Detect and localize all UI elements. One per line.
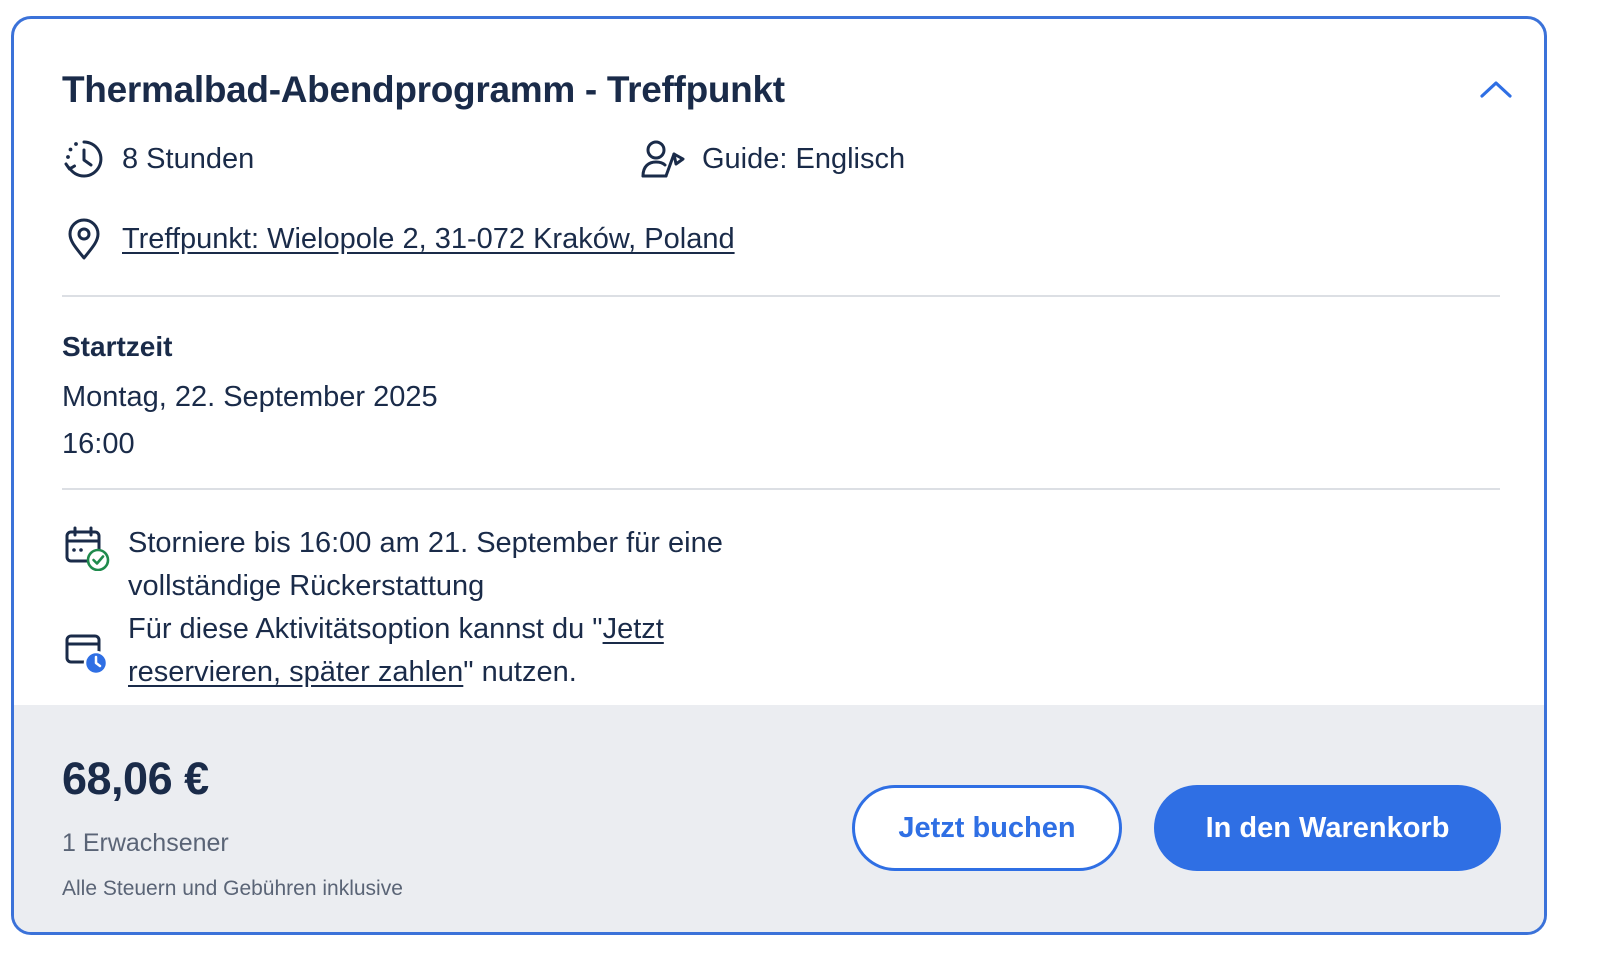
meeting-point-info: Treffpunkt: Wielopole 2, 31-072 Kraków, … xyxy=(62,217,735,261)
start-time-label: Startzeit xyxy=(62,331,173,362)
activity-option-card: Thermalbad-Abendprogramm - Treffpunkt 8 … xyxy=(11,16,1547,935)
start-date: Montag, 22. September 2025 xyxy=(62,381,438,413)
guide-info: Guide: Englisch xyxy=(640,137,905,181)
duration-info: 8 Stunden xyxy=(62,137,254,181)
meeting-point-link[interactable]: Treffpunkt: Wielopole 2, 31-072 Kraków, … xyxy=(122,223,735,256)
divider xyxy=(62,295,1500,297)
booking-footer: 68,06 € 1 Erwachsener Alle Steuern und G… xyxy=(14,705,1544,932)
duration-text: 8 Stunden xyxy=(122,142,255,175)
cancellation-policy: Storniere bis 16:00 am 21. September für… xyxy=(128,527,723,602)
reserve-suffix-text: " nutzen. xyxy=(463,656,577,688)
reserve-now-pay-later-info: Für diese Aktivitätsoption kannst du "Je… xyxy=(128,608,748,694)
participants-summary: 1 Erwachsener xyxy=(62,829,229,857)
add-to-cart-button[interactable]: In den Warenkorb xyxy=(1154,785,1501,871)
start-time-value: 16:00 xyxy=(62,428,135,460)
divider xyxy=(62,488,1500,490)
guide-person-flag-icon xyxy=(641,140,685,178)
reserve-prefix-text: Für diese Aktivitätsoption kannst du " xyxy=(128,613,603,645)
taxes-note: Alle Steuern und Gebühren inklusive xyxy=(62,877,403,900)
book-now-button[interactable]: Jetzt buchen xyxy=(852,785,1122,871)
map-pin-icon xyxy=(68,218,100,260)
chevron-up-icon xyxy=(1480,81,1512,98)
guide-language-text: Guide: Englisch xyxy=(702,142,906,175)
card-clock-icon xyxy=(64,631,110,682)
calendar-check-icon xyxy=(64,525,110,576)
total-price: 68,06 € xyxy=(62,753,209,804)
collapse-button[interactable] xyxy=(1474,71,1518,107)
clock-history-icon xyxy=(64,140,103,178)
activity-title: Thermalbad-Abendprogramm - Treffpunkt xyxy=(62,69,785,110)
